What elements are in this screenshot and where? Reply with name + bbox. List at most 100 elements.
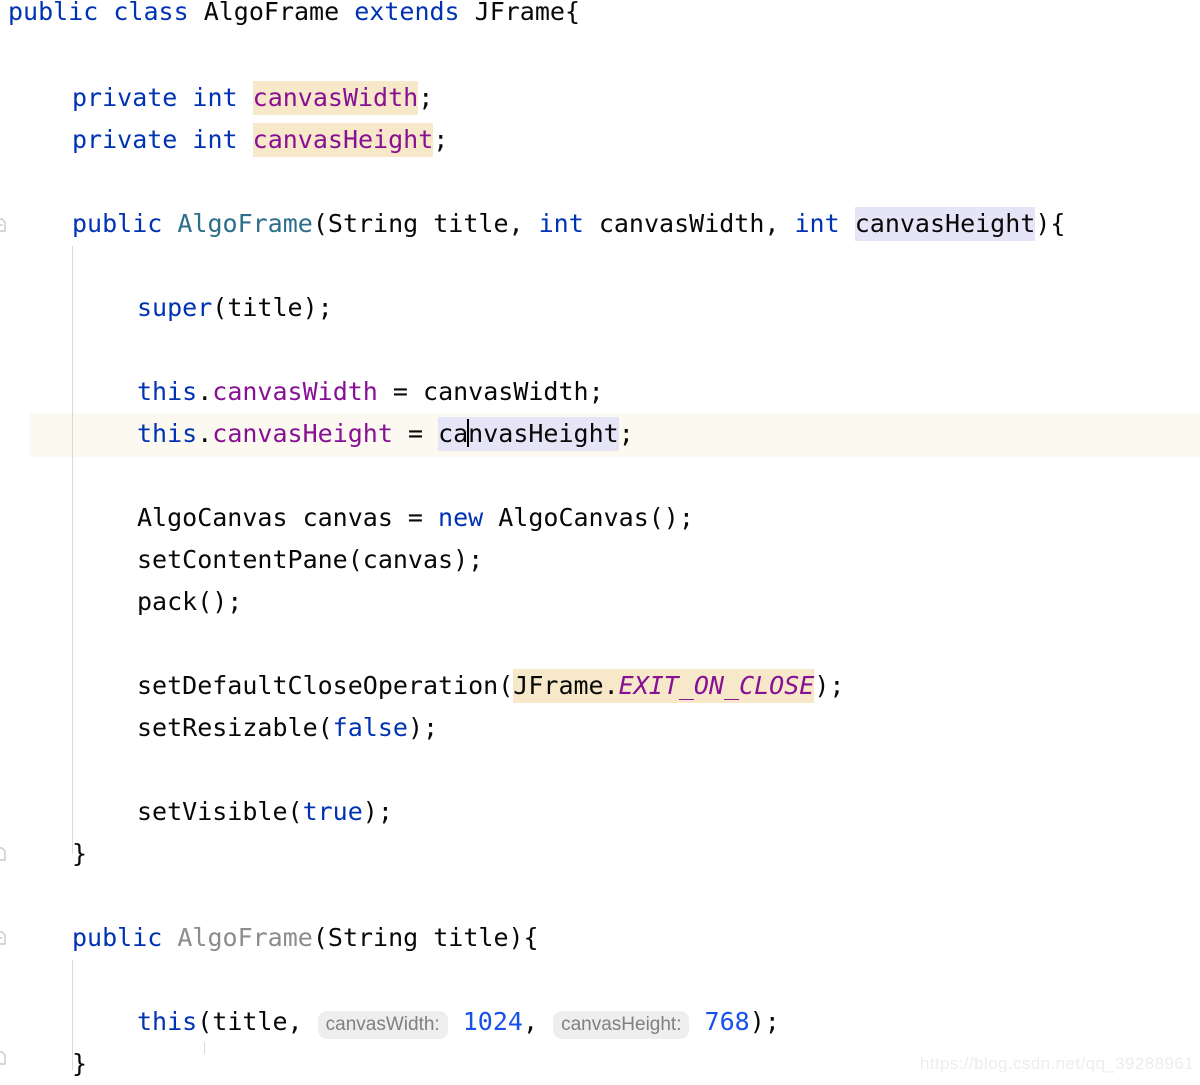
- code-line[interactable]: }: [72, 833, 87, 875]
- semicolon: ;: [433, 125, 449, 154]
- jframe-qualifier[interactable]: JFrame.: [513, 669, 619, 703]
- call-close: );: [814, 671, 845, 700]
- keyword-int: int: [538, 209, 584, 238]
- fold-region-icon[interactable]: [0, 1050, 8, 1066]
- closing-brace: }: [72, 1049, 88, 1078]
- code-line[interactable]: super(title);: [137, 287, 333, 329]
- code-line[interactable]: public AlgoFrame(String title, int canva…: [72, 203, 1065, 245]
- parameter-hint-canvas-height[interactable]: canvasHeight:: [553, 1011, 690, 1039]
- keyword-private: private: [72, 125, 178, 154]
- call-close: );: [362, 797, 393, 826]
- field-canvas-height[interactable]: canvasHeight: [212, 419, 393, 448]
- set-content-pane-call: setContentPane(canvas);: [137, 545, 484, 574]
- semicolon: ;: [418, 83, 434, 112]
- keyword-int: int: [794, 209, 840, 238]
- code-line[interactable]: this.canvasWidth = canvasWidth;: [137, 371, 604, 413]
- exit-on-close-constant[interactable]: EXIT_ON_CLOSE: [618, 669, 815, 703]
- dot: .: [197, 419, 213, 448]
- field-canvas-width[interactable]: canvasWidth: [212, 377, 378, 406]
- param-canvas-width: canvasWidth,: [583, 209, 795, 238]
- keyword-int: int: [192, 83, 238, 112]
- this-call-close: );: [749, 1007, 780, 1036]
- keyword-this: this: [137, 377, 198, 406]
- literal-768: 768: [704, 1007, 750, 1036]
- rhs-before-caret: ca: [438, 419, 469, 448]
- pack-call: pack();: [137, 587, 243, 616]
- code-line[interactable]: AlgoCanvas canvas = new AlgoCanvas();: [137, 497, 694, 539]
- code-line[interactable]: }: [72, 1043, 87, 1085]
- constructor-name-unused[interactable]: AlgoFrame: [177, 923, 312, 952]
- this-call-open: (title,: [197, 1007, 318, 1036]
- superclass-name: JFrame{: [474, 0, 581, 26]
- signature: (String title){: [312, 923, 539, 952]
- keyword-class: class: [113, 0, 189, 26]
- code-editor[interactable]: public class AlgoFrame extends JFrame{ p…: [0, 0, 1200, 1084]
- canvas-declaration: AlgoCanvas canvas =: [137, 503, 439, 532]
- fold-region-icon[interactable]: [0, 846, 8, 862]
- constructor-name[interactable]: AlgoFrame: [177, 209, 312, 238]
- editor-gutter[interactable]: [0, 0, 30, 1084]
- fold-region-icon[interactable]: [0, 217, 8, 233]
- call-close: );: [407, 713, 439, 742]
- class-name: AlgoFrame: [203, 0, 340, 26]
- keyword-public: public: [8, 0, 99, 26]
- indent-guide: [204, 1042, 205, 1054]
- code-line[interactable]: public class AlgoFrame extends JFrame{: [8, 0, 580, 33]
- keyword-super: super: [137, 293, 213, 322]
- fold-region-icon[interactable]: [0, 930, 8, 946]
- code-line[interactable]: setDefaultCloseOperation(JFrame.EXIT_ON_…: [137, 665, 844, 707]
- code-line[interactable]: pack();: [137, 581, 242, 623]
- set-default-close-operation-call: setDefaultCloseOperation(: [137, 671, 514, 700]
- field-canvas-width[interactable]: canvasWidth: [252, 81, 419, 115]
- code-line[interactable]: setResizable(false);: [137, 707, 438, 749]
- signature-close: ){: [1035, 209, 1066, 238]
- comma: ,: [522, 1007, 554, 1036]
- code-line[interactable]: private int canvasWidth;: [72, 77, 433, 119]
- code-line[interactable]: private int canvasHeight;: [72, 119, 448, 161]
- code-line[interactable]: this(title, canvasWidth: 1024, canvasHei…: [137, 1001, 780, 1043]
- keyword-public: public: [72, 923, 163, 952]
- keyword-new: new: [438, 503, 484, 532]
- param-canvas-height[interactable]: canvasHeight: [854, 207, 1036, 241]
- assignment: = canvasWidth;: [377, 377, 604, 406]
- literal-1024: 1024: [462, 1007, 523, 1036]
- closing-brace: }: [72, 839, 88, 868]
- parameter-hint-canvas-width[interactable]: canvasWidth:: [317, 1011, 448, 1039]
- keyword-this: this: [137, 1007, 198, 1036]
- rhs-after-caret: nvasHeight: [468, 419, 619, 448]
- super-args: (title);: [212, 293, 333, 322]
- keyword-int: int: [192, 125, 238, 154]
- set-resizable-call: setResizable(: [137, 713, 333, 742]
- keyword-extends: extends: [354, 0, 460, 26]
- indent-guide: [72, 246, 73, 854]
- semicolon: ;: [618, 419, 634, 448]
- keyword-false: false: [332, 713, 408, 742]
- code-line[interactable]: setVisible(true);: [137, 791, 393, 833]
- equals: =: [392, 419, 439, 448]
- code-line[interactable]: setContentPane(canvas);: [137, 539, 483, 581]
- dot: .: [197, 377, 213, 406]
- keyword-public: public: [72, 209, 163, 238]
- code-line-active[interactable]: this.canvasHeight = canvasHeight;: [137, 413, 634, 455]
- canvas-instantiation: AlgoCanvas();: [483, 503, 694, 532]
- param-canvas-height-reference[interactable]: canvasHeight: [438, 417, 619, 451]
- field-canvas-height[interactable]: canvasHeight: [252, 123, 434, 157]
- keyword-private: private: [72, 83, 178, 112]
- set-visible-call: setVisible(: [137, 797, 303, 826]
- signature-open: (String title,: [312, 209, 539, 238]
- blog-watermark: https://blog.csdn.net/qq_39288961: [919, 1054, 1194, 1073]
- code-line[interactable]: public AlgoFrame(String title){: [72, 917, 539, 959]
